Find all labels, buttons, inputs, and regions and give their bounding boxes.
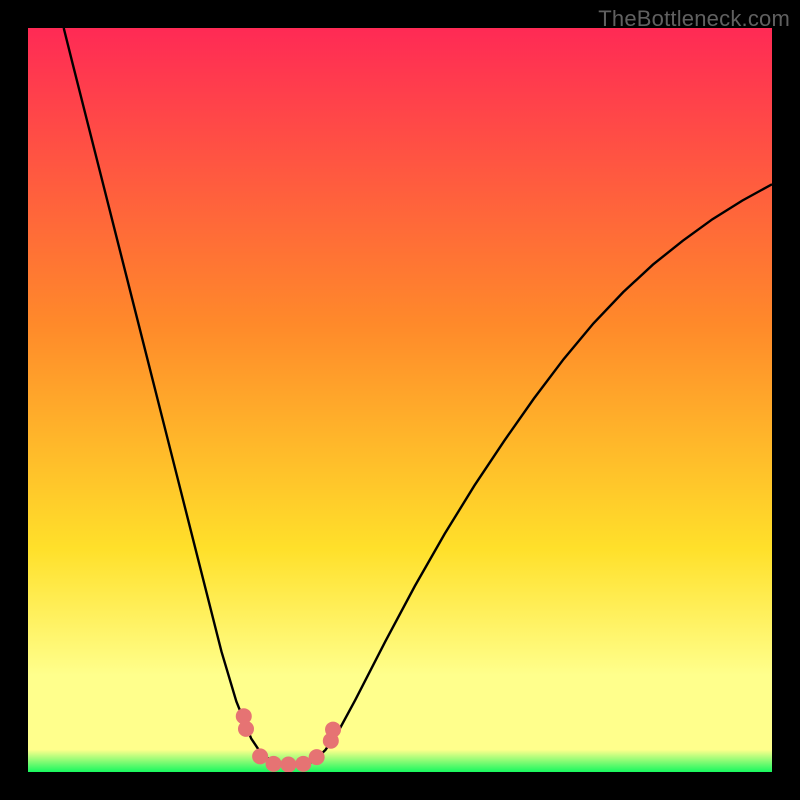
watermark-text: TheBottleneck.com <box>598 6 790 32</box>
curve-marker <box>325 722 341 738</box>
curve-marker <box>280 757 296 772</box>
curve-marker <box>238 721 254 737</box>
curve-marker <box>309 749 325 765</box>
bottleneck-chart <box>28 28 772 772</box>
chart-plot-area <box>28 28 772 772</box>
gradient-background <box>28 28 772 772</box>
curve-marker <box>266 756 282 772</box>
curve-marker <box>252 748 268 764</box>
